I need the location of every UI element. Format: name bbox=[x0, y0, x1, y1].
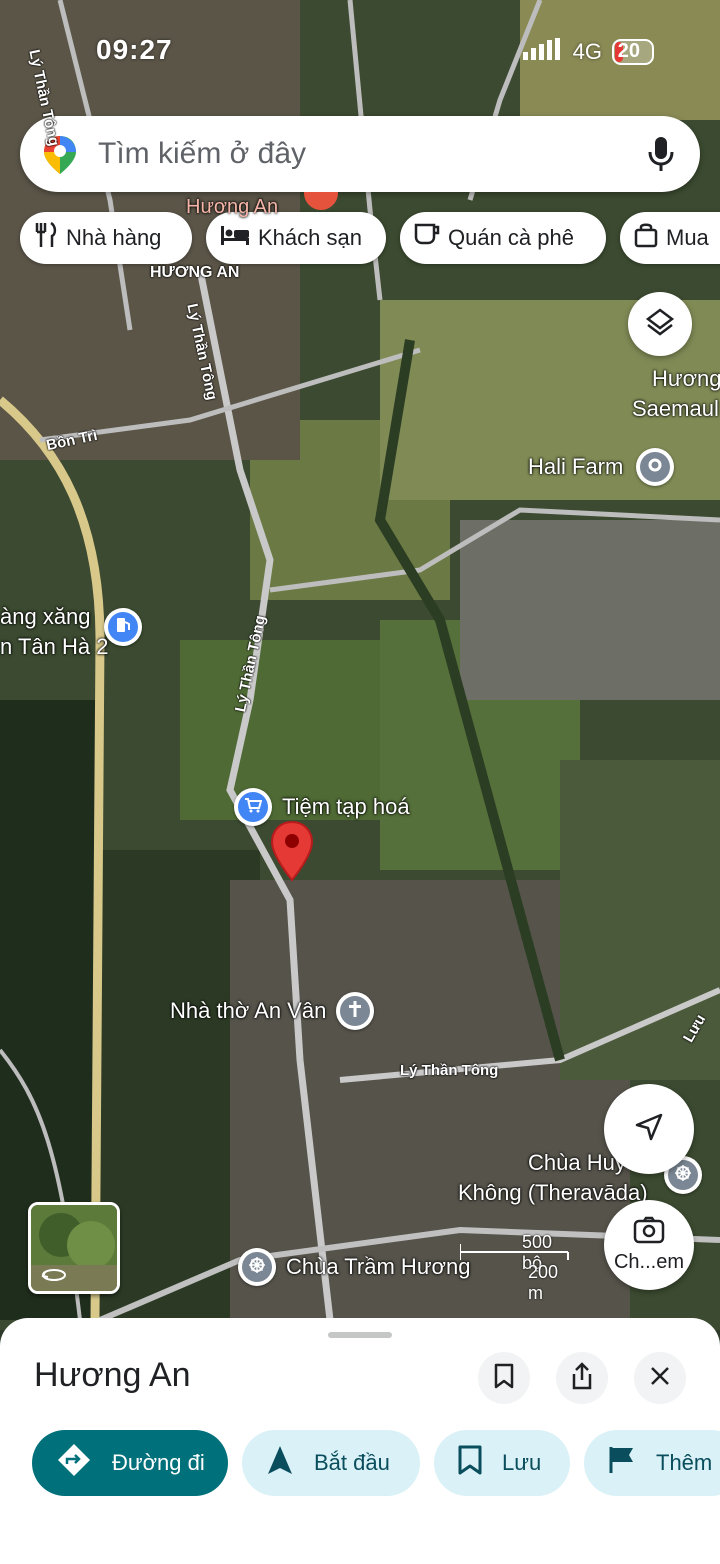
place-label-huong-an[interactable]: Hương An bbox=[186, 196, 278, 219]
hotel-icon bbox=[220, 224, 258, 252]
network-type: 4G bbox=[572, 39, 602, 64]
coffee-icon bbox=[414, 223, 448, 253]
my-location-button[interactable] bbox=[604, 1084, 694, 1174]
place-label-church[interactable]: Nhà thờ An Vân bbox=[170, 998, 326, 1024]
restaurant-icon bbox=[34, 221, 66, 254]
start-button[interactable]: Bắt đầu bbox=[242, 1430, 420, 1496]
selected-location-pin-icon[interactable] bbox=[270, 820, 314, 887]
map-view[interactable]: 09:27 4G 20 Tìm kiếm ở đây Nhà hàng Khác… bbox=[0, 0, 720, 1330]
place-label-gas-station-2[interactable]: n Tân Hà 2 bbox=[0, 634, 108, 660]
chip-label: Mua bbox=[666, 225, 709, 250]
share-button[interactable] bbox=[556, 1352, 608, 1404]
cross-icon bbox=[348, 1000, 362, 1023]
signal-icon bbox=[522, 38, 563, 66]
dharma-wheel-icon bbox=[674, 1164, 692, 1187]
chip-label: Khách sạn bbox=[258, 225, 362, 250]
place-label-hali-farm[interactable]: Hali Farm bbox=[528, 454, 623, 480]
close-icon bbox=[649, 1365, 671, 1392]
street-view-thumbnail[interactable] bbox=[28, 1202, 120, 1294]
start-label: Bắt đầu bbox=[314, 1450, 390, 1475]
place-marker-icon bbox=[648, 458, 662, 477]
bookmark-icon bbox=[494, 1363, 514, 1394]
layers-button[interactable] bbox=[628, 292, 692, 356]
place-label-gas-station-1[interactable]: àng xăng bbox=[0, 604, 91, 630]
save-button[interactable]: Lưu bbox=[434, 1430, 570, 1496]
shopping-cart-icon bbox=[244, 797, 263, 818]
shopping-bag-icon bbox=[634, 222, 666, 254]
chip-restaurants[interactable]: Nhà hàng bbox=[20, 212, 192, 264]
place-label-chua-tram-huong[interactable]: Chùa Trầm Hương bbox=[286, 1254, 470, 1280]
chip-cafes[interactable]: Quán cà phê bbox=[400, 212, 606, 264]
directions-icon bbox=[56, 1442, 112, 1484]
search-placeholder: Tìm kiếm ở đây bbox=[98, 137, 307, 170]
layers-icon bbox=[645, 307, 675, 342]
camera-button-label: Ch...em bbox=[613, 1251, 685, 1273]
save-place-button[interactable] bbox=[478, 1352, 530, 1404]
camera-search-button[interactable]: Ch...em bbox=[604, 1200, 694, 1290]
navigation-icon bbox=[266, 1444, 314, 1482]
church-pin[interactable] bbox=[336, 992, 374, 1030]
status-bar: 09:27 4G 20 bbox=[0, 34, 720, 74]
road-label-ly-than-tong-lower: Lý Thần Tông bbox=[400, 1062, 499, 1079]
chip-label: Nhà hàng bbox=[66, 225, 162, 250]
scale-metric: 200 m bbox=[528, 1262, 559, 1303]
place-title: Hương An bbox=[34, 1356, 191, 1394]
category-chips: Nhà hàng Khách sạn Quán cà phê Mua bbox=[20, 212, 720, 266]
status-time: 09:27 bbox=[96, 34, 173, 65]
flag-icon bbox=[608, 1445, 656, 1481]
share-icon bbox=[570, 1361, 594, 1395]
battery-level: 20 bbox=[617, 40, 640, 62]
chip-label: Quán cà phê bbox=[448, 225, 574, 250]
chip-shopping[interactable]: Mua bbox=[620, 212, 720, 264]
close-button[interactable] bbox=[634, 1352, 686, 1404]
navigation-arrow-icon bbox=[633, 1111, 665, 1148]
place-label-pagoda-2[interactable]: Không (Theravāda) bbox=[458, 1180, 648, 1206]
directions-label: Đường đi bbox=[112, 1450, 205, 1475]
place-bottom-sheet[interactable]: Hương An Đường đi Bắt đầu Lưu Thêm bbox=[0, 1318, 720, 1564]
save-label: Lưu bbox=[502, 1450, 542, 1475]
place-label-grocery[interactable]: Tiệm tạp hoá bbox=[282, 794, 410, 820]
dharma-wheel-icon bbox=[248, 1256, 266, 1279]
directions-button[interactable]: Đường đi bbox=[32, 1430, 228, 1496]
more-button[interactable]: Thêm bbox=[584, 1430, 720, 1496]
more-label: Thêm bbox=[656, 1450, 713, 1475]
place-label-huong-saemaul-2[interactable]: Saemaul bbox=[632, 396, 719, 422]
microphone-icon[interactable] bbox=[648, 136, 674, 177]
grocery-pin[interactable] bbox=[234, 788, 272, 826]
place-label-huong-saemaul-1[interactable]: Hương bbox=[652, 366, 720, 392]
rotate-360-icon bbox=[41, 1267, 67, 1288]
camera-lens-icon bbox=[633, 1216, 665, 1249]
place-label-huong-an-area: HƯƠNG AN bbox=[150, 264, 240, 281]
gas-pump-icon bbox=[115, 616, 131, 639]
chip-hotels[interactable]: Khách sạn bbox=[206, 212, 386, 264]
bookmark-icon bbox=[458, 1445, 502, 1481]
search-bar[interactable]: Tìm kiếm ở đây bbox=[20, 116, 700, 192]
hali-farm-pin[interactable] bbox=[636, 448, 674, 486]
sheet-drag-handle[interactable] bbox=[328, 1332, 392, 1338]
tram-huong-pin[interactable] bbox=[238, 1248, 276, 1286]
gas-station-pin[interactable] bbox=[104, 608, 142, 646]
